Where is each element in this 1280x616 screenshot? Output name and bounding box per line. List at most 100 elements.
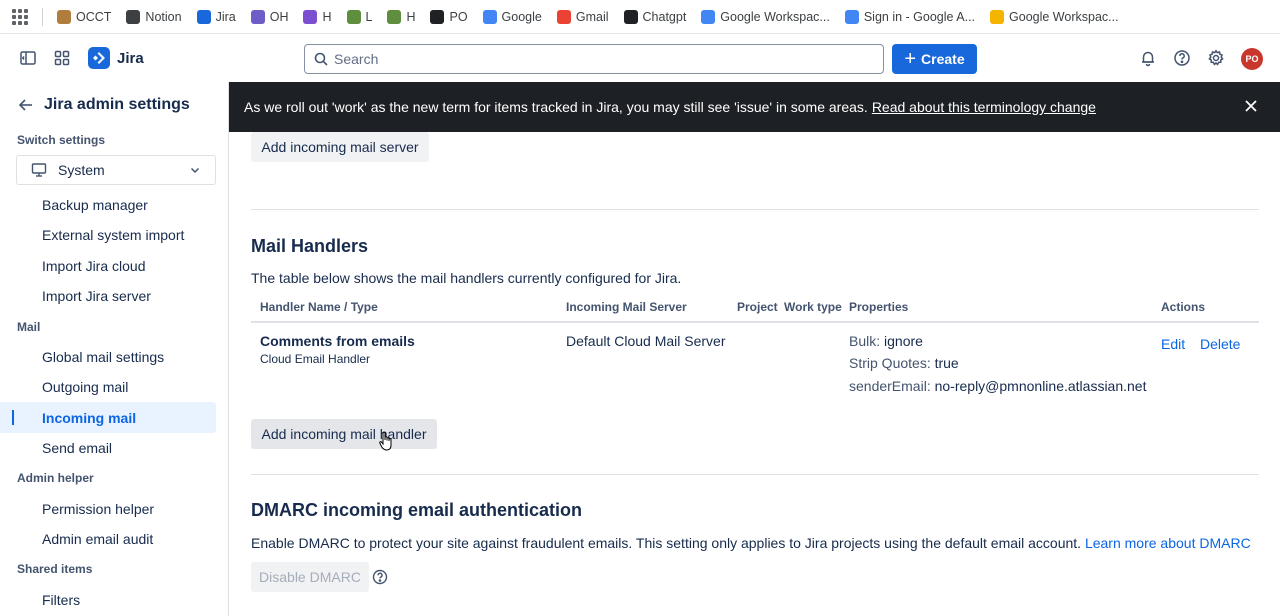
jira-icon [196, 9, 211, 24]
add-incoming-mail-handler-button[interactable]: Add incoming mail handler [251, 419, 437, 449]
add-incoming-mail-server-button[interactable]: Add incoming mail server [251, 132, 429, 162]
sidebar-title: Jira admin settings [44, 96, 190, 113]
section-mail-label: Mail [17, 320, 41, 334]
loop-icon [250, 9, 265, 24]
column-header-project: Project [737, 300, 778, 314]
banner-text: As we roll out 'work' as the new term fo… [244, 99, 868, 115]
property-value: ignore [884, 333, 923, 349]
home-icon [126, 9, 141, 24]
bookmark-label: Jira [215, 9, 236, 24]
sidebar-item-incoming-mail[interactable]: Incoming mail [42, 410, 136, 426]
bookmark-label: Google [501, 9, 542, 24]
table-header-divider [251, 321, 1259, 323]
top-navigation: Jira + Create PO [0, 35, 1280, 82]
bookmark-label: L [365, 9, 373, 24]
sidebar-item-import-jira-cloud[interactable]: Import Jira cloud [42, 258, 145, 274]
bookmark-label: Chatgpt [642, 9, 687, 24]
bookmark-item[interactable]: Google [482, 9, 542, 24]
close-icon[interactable] [1244, 99, 1258, 113]
bookmark-item[interactable]: OCCT [57, 9, 112, 24]
property-sender-email: senderEmail: no-reply@pmnonline.atlassia… [849, 378, 1146, 394]
bookmark-item[interactable]: Jira [196, 9, 236, 24]
delete-handler-link[interactable]: Delete [1200, 336, 1240, 352]
sidebar-header: Jira admin settings [18, 96, 190, 114]
app-name: Jira [117, 49, 144, 67]
settings-scope-value: System [58, 162, 105, 178]
dmarc-description: Enable DMARC to protect your site agains… [251, 535, 1251, 551]
help-circle-icon[interactable] [372, 569, 388, 585]
help-icon[interactable] [1173, 49, 1191, 67]
handler-type: Cloud Email Handler [260, 352, 371, 366]
bookmark-label: H [322, 9, 332, 24]
bookmark-item[interactable]: H [303, 9, 332, 24]
bookmark-item[interactable]: Chatgpt [623, 9, 687, 24]
column-header-work-type: Work type [784, 300, 842, 314]
property-bulk: Bulk: ignore [849, 333, 923, 349]
property-strip-quotes: Strip Quotes: true [849, 355, 959, 371]
learn-more-dmarc-link[interactable]: Learn more about DMARC [1085, 535, 1251, 551]
dmarc-description-text: Enable DMARC to protect your site agains… [251, 535, 1082, 551]
hand-cursor-icon [379, 431, 392, 451]
bookmark-item[interactable]: H [387, 9, 416, 24]
sidebar-item-send-email[interactable]: Send email [42, 440, 112, 456]
sidebar-toggle-icon[interactable] [19, 49, 37, 67]
sidebar-item-permission-helper[interactable]: Permission helper [42, 501, 154, 517]
sidebar-item-import-jira-server[interactable]: Import Jira server [42, 288, 151, 304]
property-value: true [934, 355, 959, 371]
search-box[interactable] [304, 44, 884, 74]
sidebar-item-external-system-import[interactable]: External system import [42, 227, 184, 243]
mail-handlers-description: The table below shows the mail handlers … [251, 270, 682, 286]
sidebar-item-filters[interactable]: Filters [42, 592, 80, 608]
monitor-icon [31, 163, 47, 177]
bookmark-item[interactable]: Google Workspac... [701, 9, 830, 24]
bookmark-item[interactable]: Notion [126, 9, 182, 24]
property-key: Strip Quotes: [849, 355, 931, 371]
column-header-server: Incoming Mail Server [566, 300, 687, 314]
bookmarks-separator [42, 7, 43, 26]
edit-handler-link[interactable]: Edit [1161, 336, 1185, 352]
back-arrow-icon[interactable] [18, 97, 34, 113]
google-icon [482, 9, 497, 24]
bookmark-label: Google Workspac... [1009, 9, 1119, 24]
bookmark-list: OCCT Notion Jira OH H L H PO Google Gmail Chatgpt G… [57, 9, 1134, 24]
search-input[interactable] [334, 51, 854, 67]
jira-logo[interactable]: Jira [88, 47, 144, 69]
shopify-icon [346, 9, 361, 24]
mail-handlers-title: Mail Handlers [251, 236, 369, 256]
google-icon [844, 9, 859, 24]
column-header-properties: Properties [849, 300, 909, 314]
settings-scope-select[interactable]: System [16, 155, 216, 185]
sidebar-item-outgoing-mail[interactable]: Outgoing mail [42, 379, 128, 395]
gmail-icon [556, 9, 571, 24]
settings-gear-icon[interactable] [1207, 49, 1225, 67]
property-key: Bulk: [849, 333, 881, 349]
dmarc-title: DMARC incoming email authentication [251, 500, 583, 520]
section-divider [251, 209, 1259, 210]
terminology-link[interactable]: Read about this terminology change [872, 99, 1096, 115]
bookmark-item[interactable]: Google Workspac... [990, 9, 1119, 24]
sidebar-item-global-mail-settings[interactable]: Global mail settings [42, 349, 164, 365]
create-button[interactable]: + Create [892, 44, 977, 74]
user-avatar[interactable]: PO [1241, 48, 1263, 70]
active-item-indicator [12, 410, 14, 425]
disable-dmarc-button[interactable]: Disable DMARC [251, 562, 369, 592]
bookmark-item[interactable]: Sign in - Google A... [844, 9, 975, 24]
sidebar-item-admin-email-audit[interactable]: Admin email audit [42, 531, 153, 547]
bookmark-item[interactable]: PO [430, 9, 468, 24]
bookmark-item[interactable]: OH [250, 9, 288, 24]
property-value: no-reply@pmnonline.atlassian.net [934, 378, 1147, 394]
sidebar-item-backup-manager[interactable]: Backup manager [42, 197, 148, 213]
bookmark-item[interactable]: Gmail [556, 9, 609, 24]
bookmark-label: OCCT [76, 9, 112, 24]
bookmark-label: H [406, 9, 416, 24]
notifications-bell-icon[interactable] [1139, 49, 1157, 67]
chevron-down-icon [190, 167, 200, 174]
section-admin-helper-label: Admin helper [17, 471, 94, 485]
bookmark-item[interactable]: L [346, 9, 373, 24]
apps-grid-icon[interactable] [12, 8, 28, 25]
plus-icon: + [904, 48, 917, 70]
record-icon [430, 9, 445, 24]
app-switcher-icon[interactable] [53, 49, 71, 67]
section-divider [251, 474, 1259, 475]
s-icon [303, 9, 318, 24]
